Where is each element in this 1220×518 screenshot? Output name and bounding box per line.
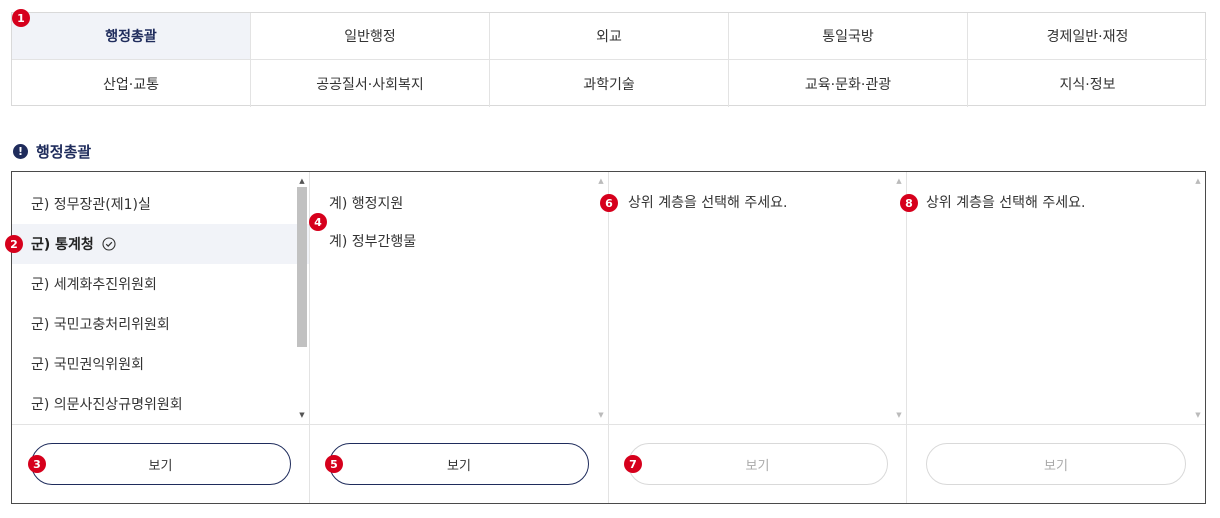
column-2-list[interactable]: 계) 행정지원 계) 정부간행물 ▲ ▼: [310, 172, 608, 424]
list-item[interactable]: 군) 정무장관(제1)실: [12, 184, 309, 224]
column-4-list[interactable]: 상위 계층을 선택해 주세요. ▲ ▼: [907, 172, 1205, 424]
scrollbar-thumb[interactable]: [297, 187, 307, 347]
column-4-scrollbar[interactable]: ▲ ▼: [1191, 172, 1205, 424]
hierarchy-panel: 군) 정무장관(제1)실 군) 통계청 군) 세계화추진위원회 군) 국민고충처…: [11, 171, 1206, 504]
column-4-footer: 보기: [907, 424, 1205, 503]
category-tab-6[interactable]: 공공질서·사회복지: [251, 60, 490, 107]
scroll-down-arrow-icon[interactable]: ▼: [1191, 408, 1205, 422]
column-3-list[interactable]: 상위 계층을 선택해 주세요. ▲ ▼: [609, 172, 906, 424]
column-1-scrollbar[interactable]: ▲ ▼: [295, 172, 309, 424]
list-item[interactable]: 군) 의문사진상규명위원회: [12, 384, 309, 424]
section-title-label: 행정총괄: [36, 143, 92, 161]
category-grid: 행정총괄 일반행정 외교 통일국방 경제일반·재정 산업·교통 공공질서·사회복…: [11, 12, 1207, 107]
category-tab-2[interactable]: 외교: [490, 13, 729, 60]
scroll-up-arrow-icon[interactable]: ▲: [1191, 174, 1205, 188]
column-2-footer: 보기: [310, 424, 608, 503]
hierarchy-column-3: 상위 계층을 선택해 주세요. ▲ ▼ 보기: [609, 172, 907, 503]
scroll-down-arrow-icon[interactable]: ▼: [892, 408, 906, 422]
category-tab-4[interactable]: 경제일반·재정: [968, 13, 1207, 60]
marker-2: 2: [5, 235, 23, 253]
view-button-4[interactable]: 보기: [926, 443, 1186, 485]
marker-6: 6: [600, 194, 618, 212]
select-parent-hint: 상위 계층을 선택해 주세요.: [628, 195, 788, 211]
marker-8: 8: [900, 194, 918, 212]
list-item[interactable]: 계) 정부간행물: [310, 222, 608, 260]
scroll-up-arrow-icon[interactable]: ▲: [594, 174, 608, 188]
column-3-footer: 보기: [609, 424, 906, 503]
select-parent-hint: 상위 계층을 선택해 주세요.: [926, 195, 1086, 211]
list-item[interactable]: 군) 세계화추진위원회: [12, 264, 309, 304]
scroll-down-arrow-icon[interactable]: ▼: [295, 408, 309, 422]
marker-3: 3: [28, 455, 46, 473]
exclamation-circle-icon: !: [13, 144, 28, 159]
category-tab-9[interactable]: 지식·정보: [968, 60, 1207, 107]
list-item[interactable]: 군) 국민고충처리위원회: [12, 304, 309, 344]
list-item-label: 군) 통계청: [31, 237, 94, 253]
marker-4: 4: [309, 213, 327, 231]
column-1-list[interactable]: 군) 정무장관(제1)실 군) 통계청 군) 세계화추진위원회 군) 국민고충처…: [12, 172, 309, 424]
view-button-1[interactable]: 보기: [30, 443, 291, 485]
view-button-3[interactable]: 보기: [627, 443, 888, 485]
hierarchy-column-4: 상위 계층을 선택해 주세요. ▲ ▼ 보기: [907, 172, 1205, 503]
list-item[interactable]: 군) 국민권익위원회: [12, 344, 309, 384]
list-item-selected[interactable]: 군) 통계청: [12, 224, 309, 264]
category-tab-1[interactable]: 일반행정: [251, 13, 490, 60]
category-tab-5[interactable]: 산업·교통: [12, 60, 251, 107]
check-circle-icon: [102, 237, 116, 251]
hierarchy-column-1: 군) 정무장관(제1)실 군) 통계청 군) 세계화추진위원회 군) 국민고충처…: [12, 172, 310, 503]
scroll-up-arrow-icon[interactable]: ▲: [892, 174, 906, 188]
column-1-footer: 보기: [12, 424, 309, 503]
hierarchy-column-2: 계) 행정지원 계) 정부간행물 ▲ ▼ 보기: [310, 172, 609, 503]
category-tab-3[interactable]: 통일국방: [729, 13, 968, 60]
list-item[interactable]: 계) 행정지원: [310, 184, 608, 222]
marker-7: 7: [624, 455, 642, 473]
category-tab-8[interactable]: 교육·문화·관광: [729, 60, 968, 107]
marker-5: 5: [325, 455, 343, 473]
category-tab-0[interactable]: 행정총괄: [12, 13, 251, 60]
scroll-down-arrow-icon[interactable]: ▼: [594, 408, 608, 422]
section-title: ! 행정총괄: [13, 141, 91, 162]
scroll-up-arrow-icon[interactable]: ▲: [295, 174, 309, 188]
view-button-2[interactable]: 보기: [329, 443, 589, 485]
marker-1: 1: [12, 9, 30, 27]
category-tab-7[interactable]: 과학기술: [490, 60, 729, 107]
